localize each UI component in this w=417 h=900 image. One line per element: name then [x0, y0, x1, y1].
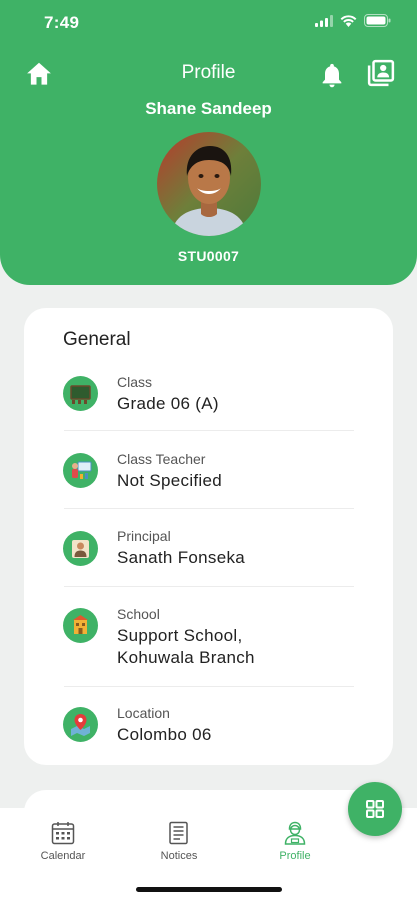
student-id: STU0007: [177, 248, 240, 264]
general-card: General Class Grade 06 (A) Class Teacher: [24, 308, 393, 765]
principal-label: Principal: [117, 528, 171, 544]
avatar-photo: [157, 132, 261, 236]
classroom-board-icon: [63, 376, 98, 411]
principal-value: Sanath Fonseka: [117, 548, 246, 567]
school-building-icon: [63, 608, 98, 643]
tab-notices[interactable]: Notices: [134, 820, 224, 862]
grid-icon: [366, 800, 384, 818]
tab-profile-label: Profile: [279, 850, 311, 862]
bell-icon: [322, 63, 342, 88]
divider: [64, 508, 354, 509]
class-label: Class: [117, 374, 153, 390]
tab-calendar[interactable]: Calendar: [18, 820, 108, 862]
page-title: Profile: [181, 62, 236, 83]
principal-icon: [63, 531, 98, 566]
class-value: Grade 06 (A): [117, 394, 219, 413]
location-value: Colombo 06: [117, 725, 212, 744]
school-label: School: [117, 606, 160, 622]
menu-fab-button[interactable]: [348, 782, 402, 836]
tab-profile[interactable]: Profile: [250, 820, 340, 862]
calendar-icon: [51, 822, 75, 845]
status-icons: [315, 14, 391, 27]
battery-icon: [364, 14, 391, 27]
status-bar: 7:49: [0, 0, 417, 46]
student-name: Shane Sandeep: [145, 99, 272, 118]
profile-icon: [284, 821, 306, 845]
divider: [64, 586, 354, 587]
home-indicator: [136, 887, 282, 892]
map-pin-icon: [63, 707, 98, 742]
signal-icon: [315, 14, 333, 27]
wifi-icon: [340, 14, 357, 27]
status-time: 7:49: [44, 13, 80, 32]
contacts-book-icon: [367, 59, 395, 87]
divider: [64, 686, 354, 687]
teacher-icon: [63, 453, 98, 488]
contacts-button[interactable]: [366, 58, 396, 88]
location-label: Location: [117, 705, 170, 721]
general-title: General: [63, 329, 131, 350]
top-bar: Profile: [0, 55, 417, 95]
notifications-button[interactable]: [318, 60, 346, 90]
profile-header: 7:49 Profile Shane Sandeep STU0007: [0, 0, 417, 285]
notices-icon: [169, 821, 188, 845]
class-teacher-value: Not Specified: [117, 471, 223, 490]
avatar: [157, 132, 261, 236]
class-teacher-label: Class Teacher: [117, 451, 206, 467]
tab-calendar-label: Calendar: [40, 850, 86, 862]
tab-notices-label: Notices: [160, 850, 198, 862]
school-value: Support School, Kohuwala Branch: [117, 626, 255, 667]
divider: [64, 430, 354, 431]
